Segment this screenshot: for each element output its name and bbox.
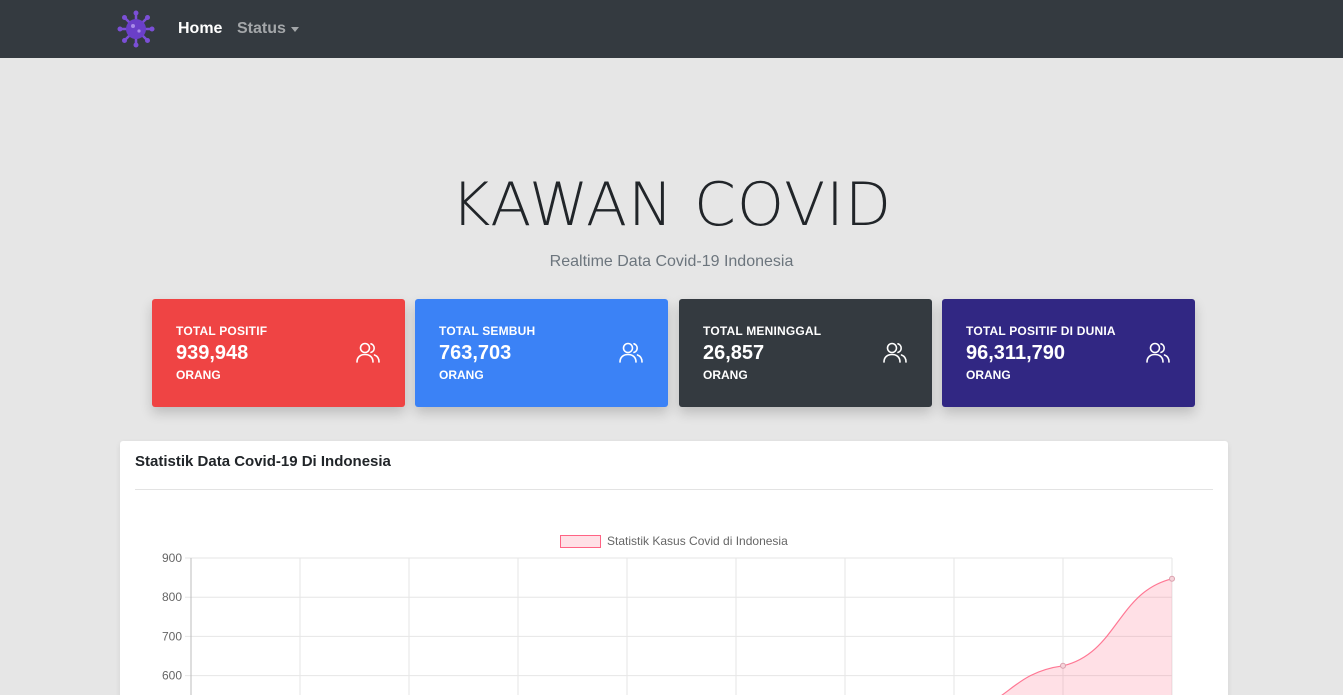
data-point: [1060, 662, 1066, 669]
data-point: [1169, 575, 1175, 582]
card-label: TOTAL POSITIF DI DUNIA: [966, 324, 1116, 338]
card-value: 939,948: [176, 342, 249, 364]
card-unit: ORANG: [966, 368, 1011, 382]
y-tick-label: 600: [162, 669, 182, 683]
card-unit: ORANG: [703, 368, 748, 382]
card-total-sembuh: TOTAL SEMBUH 763,703 ORANG: [415, 299, 668, 407]
users-icon: [883, 342, 907, 363]
card-total-positif: TOTAL POSITIF 939,948 ORANG: [152, 299, 405, 407]
legend-label: Statistik Kasus Covid di Indonesia: [607, 534, 788, 548]
y-tick-label: 900: [162, 551, 182, 565]
y-tick-label: 700: [162, 629, 182, 643]
covid-chart: 900 800 700 600 Statistik Kasus Covid di Ind…: [162, 534, 1175, 695]
virus-logo-icon[interactable]: [117, 10, 155, 48]
card-label: TOTAL MENINGGAL: [703, 324, 822, 338]
card-total-positif-dunia: TOTAL POSITIF DI DUNIA 96,311,790 ORANG: [942, 299, 1195, 407]
nav-status-dropdown[interactable]: Status: [237, 20, 286, 38]
card-value: 763,703: [439, 342, 512, 364]
card-label: TOTAL SEMBUH: [439, 324, 536, 338]
card-value: 26,857: [703, 342, 765, 364]
legend-swatch: [560, 535, 601, 548]
y-tick-label: 800: [162, 590, 182, 604]
card-label: TOTAL POSITIF: [176, 324, 268, 338]
statistics-panel: Statistik Data Covid-19 Di Indonesia 900…: [120, 441, 1228, 695]
page-title: KAWAN COVID: [450, 170, 893, 240]
nav-home-link[interactable]: Home: [178, 20, 222, 38]
card-unit: ORANG: [176, 368, 221, 382]
page-subtitle: Realtime Data Covid-19 Indonesia: [549, 253, 794, 270]
card-value: 96,311,790: [966, 342, 1065, 364]
card-unit: ORANG: [439, 368, 484, 382]
users-icon: [1146, 342, 1170, 363]
chevron-down-icon[interactable]: [291, 27, 299, 32]
navbar: Home Status: [0, 0, 1343, 58]
users-icon: [619, 342, 643, 363]
users-icon: [356, 342, 380, 363]
card-total-meninggal: TOTAL MENINGGAL 26,857 ORANG: [679, 299, 932, 407]
